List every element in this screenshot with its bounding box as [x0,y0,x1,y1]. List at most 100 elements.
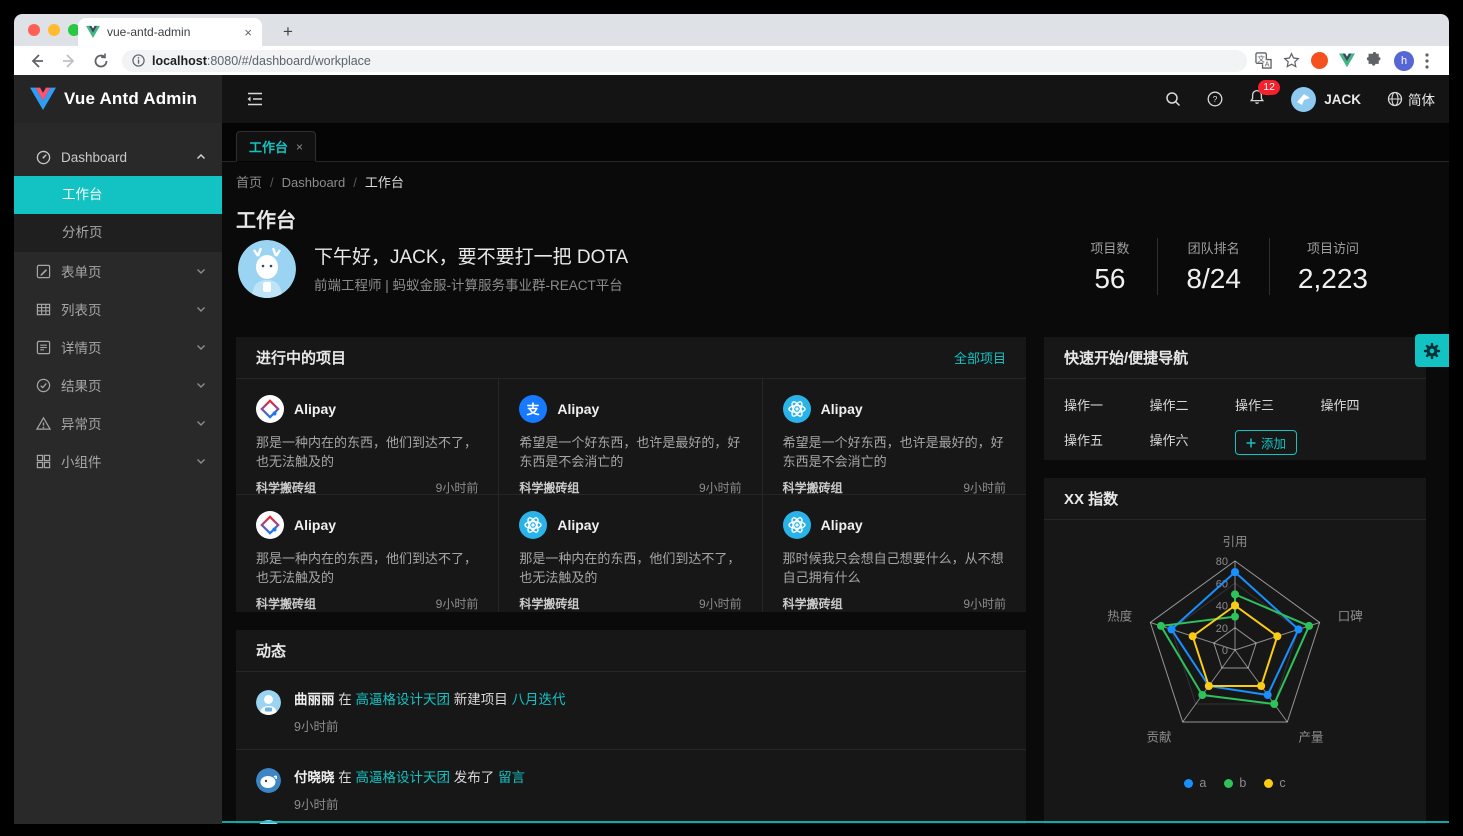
site-info-icon[interactable] [132,54,145,67]
project-name[interactable]: Alipay [294,401,336,417]
activity-user[interactable]: 付晓晓 [294,770,335,785]
legend-item-b[interactable]: b [1224,776,1246,790]
quicknav-link[interactable]: 操作六 [1150,430,1236,455]
quicknav-link[interactable]: 操作五 [1064,430,1150,455]
stat-value: 56 [1090,263,1129,295]
logo[interactable]: Vue Antd Admin [14,75,222,123]
atom-icon [783,395,811,423]
extensions-puzzle-icon[interactable] [1366,52,1383,69]
breadcrumb-dashboard[interactable]: Dashboard [282,175,346,190]
chevron-down-icon [196,342,206,352]
project-group[interactable]: 科学搬砖组 [256,595,316,612]
legend-label: c [1279,776,1285,790]
activity-target-link[interactable]: 八月迭代 [512,692,566,707]
radar-card: XX 指数 020406080引用口碑产量贡献热度 a b c [1044,478,1426,824]
activity-user[interactable]: 曲丽丽 [294,692,335,707]
bookmark-star-icon[interactable] [1283,52,1300,69]
page-tab-close-icon[interactable]: × [296,140,303,154]
project-group[interactable]: 科学搬砖组 [519,595,579,612]
legend-dot [1264,779,1273,788]
project-card[interactable]: 支Alipay希望是一个好东西，也许是最好的，好东西是不会消亡的科学搬砖组9小时… [499,379,762,495]
project-name[interactable]: Alipay [821,517,863,533]
add-button[interactable]: 添加 [1235,430,1297,455]
help-icon[interactable]: ? [1207,91,1223,107]
page-tab-label: 工作台 [249,137,288,156]
quicknav-link[interactable]: 操作一 [1064,395,1150,414]
window-minimize-button[interactable] [48,24,60,36]
project-card[interactable]: Alipay 那是一种内在的东西，他们到达不了，也无法触及的科学搬砖组 9小时前 [236,379,499,495]
window-close-button[interactable] [28,24,40,36]
whale-avatar [256,768,281,793]
search-icon[interactable] [1165,91,1181,107]
stat-value: 2,223 [1298,263,1368,295]
activities-card-title: 动态 [256,640,286,661]
project-desc: 那是一种内在的东西，他们到达不了，也无法触及的 [256,433,478,471]
breadcrumb-home[interactable]: 首页 [236,175,262,190]
browser-tab-title: vue-antd-admin [107,25,242,39]
legend-item-c[interactable]: c [1264,776,1285,790]
project-name[interactable]: Alipay [294,517,336,533]
sidebar-item-result[interactable]: 结果页 [14,366,222,404]
quicknav-link[interactable]: 操作二 [1150,395,1236,414]
new-tab-button[interactable]: + [276,21,300,45]
page-tab-workplace[interactable]: 工作台 × [236,131,316,162]
settings-fab-button[interactable] [1415,334,1449,367]
project-card[interactable]: Alipay希望是一个好东西，也许是最好的，好东西是不会消亡的科学搬砖组9小时前 [763,379,1026,495]
sidebar-item-exception[interactable]: 异常页 [14,404,222,442]
activity-group-link[interactable]: 高逼格设计天团 [356,770,451,785]
gear-icon [1423,342,1441,360]
forward-icon[interactable] [60,52,78,70]
activity-target-link[interactable]: 留言 [498,770,525,785]
project-desc: 那是一种内在的东西，他们到达不了，也无法触及的 [519,549,741,587]
project-time: 9小时前 [436,479,479,496]
browser-tab[interactable]: vue-antd-admin × [78,18,262,46]
sidebar-item-label: 详情页 [61,337,196,357]
project-name[interactable]: Alipay [821,401,863,417]
sidebar-item-dashboard[interactable]: Dashboard [14,138,222,176]
project-card[interactable]: Alipay那时候我只会想自己想要什么，从不想自己拥有什么科学搬砖组9小时前 [763,495,1026,612]
quicknav-link[interactable]: 操作四 [1321,395,1407,414]
chrome-profile-avatar[interactable]: h [1394,51,1414,71]
activity-group-link[interactable]: 高逼格设计天团 [356,692,451,707]
sidebar-item-form[interactable]: 表单页 [14,252,222,290]
sidebar-item-workplace[interactable]: 工作台 [14,176,222,214]
reload-icon[interactable] [92,52,110,70]
svg-text:0: 0 [1222,645,1228,657]
user-avatar [1291,87,1316,112]
address-bar[interactable]: localhost:8080/#/dashboard/workplace [122,50,1247,72]
project-card[interactable]: Alipay那是一种内在的东西，他们到达不了，也无法触及的科学搬砖组9小时前 [236,495,499,612]
project-group[interactable]: 科学搬砖组 [783,595,843,612]
legend-item-a[interactable]: a [1184,776,1206,790]
sidebar-item-widgets[interactable]: 小组件 [14,442,222,480]
notification-bell[interactable]: 12 [1249,89,1265,110]
back-icon[interactable] [28,52,46,70]
project-name[interactable]: Alipay [557,401,599,417]
user-menu[interactable]: JACK [1291,87,1361,112]
extension-icon-orange[interactable] [1311,52,1328,69]
project-name[interactable]: Alipay [557,517,599,533]
project-group[interactable]: 科学搬砖组 [519,479,579,496]
dashboard-icon [36,150,51,165]
project-group[interactable]: 科学搬砖组 [783,479,843,496]
svg-text:20: 20 [1216,623,1228,635]
tab-close-icon[interactable]: × [242,25,254,40]
translate-icon[interactable]: 文A [1255,52,1272,69]
activities-card: 动态 曲丽丽 在 高逼格设计天团 新建项目 八月迭代 9小时前 [236,630,1026,824]
project-group[interactable]: 科学搬砖组 [256,479,316,496]
form-icon [36,264,51,279]
quicknav-link[interactable]: 操作三 [1235,395,1321,414]
vue-devtools-icon[interactable] [1339,53,1355,68]
language-selector[interactable]: 简体 [1387,89,1435,109]
legend-label: b [1239,776,1246,790]
chrome-toolbar: localhost:8080/#/dashboard/workplace 文A … [14,46,1449,75]
sidebar-item-profile[interactable]: 详情页 [14,328,222,366]
radar-card-title: XX 指数 [1064,488,1118,509]
all-projects-link[interactable]: 全部项目 [954,348,1006,367]
project-card[interactable]: Alipay那是一种内在的东西，他们到达不了，也无法触及的科学搬砖组9小时前 [499,495,762,612]
radar-legend: a b c [1044,776,1426,790]
chrome-menu-icon[interactable] [1425,53,1429,69]
sidebar-item-analysis[interactable]: 分析页 [14,214,222,252]
menu-fold-icon[interactable] [246,90,264,108]
sidebar-item-list[interactable]: 列表页 [14,290,222,328]
girl-avatar [256,690,281,715]
